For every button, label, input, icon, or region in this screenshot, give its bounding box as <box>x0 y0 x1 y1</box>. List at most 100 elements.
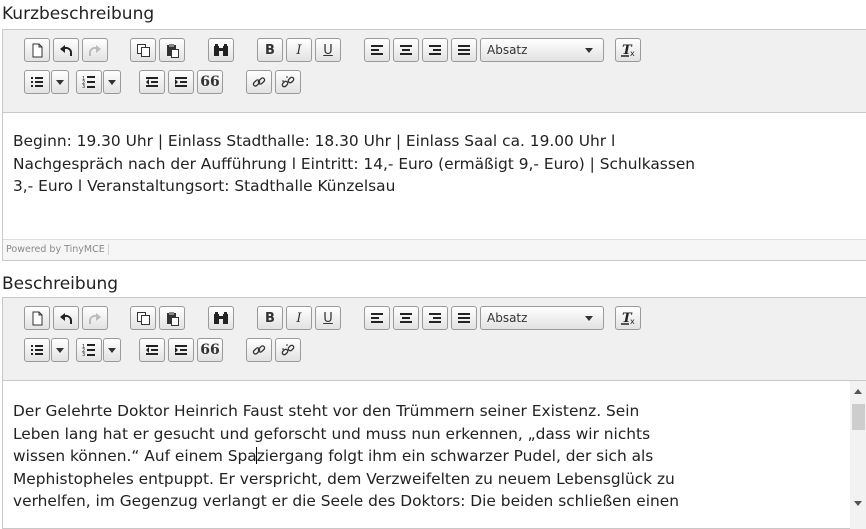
align-center-button[interactable] <box>393 38 419 62</box>
powered-by-tinymce[interactable]: Powered by TinyMCE <box>6 244 109 255</box>
bullet-list-dropdown[interactable] <box>51 338 69 362</box>
numbered-list-icon: 123 <box>82 76 95 89</box>
editor-toolbar: B I U Absatz Tx 1 2 3 66 <box>3 30 866 113</box>
link-button[interactable] <box>246 338 272 362</box>
redo-button[interactable] <box>82 306 108 330</box>
align-right-icon <box>429 45 441 55</box>
remove-format-button[interactable]: Tx <box>615 38 641 62</box>
beschreibung-editor: B I U Absatz Tx 1 2 3 66 Der Gelehrte Do… <box>2 297 866 529</box>
blockquote-icon: 66 <box>200 342 220 358</box>
content-line: wissen können.“ Auf einem Spaziergang fo… <box>13 445 833 468</box>
copy-button[interactable] <box>130 38 156 62</box>
paste-button[interactable] <box>159 38 185 62</box>
content-line: Mephistopheles entpuppt. Er verspricht, … <box>13 469 675 488</box>
paste-icon <box>166 311 179 326</box>
remove-format-button[interactable]: Tx <box>615 306 641 330</box>
align-center-icon <box>400 313 412 323</box>
chevron-down-icon <box>108 79 116 85</box>
bullet-list-button[interactable] <box>24 70 50 94</box>
numbered-list-dropdown[interactable] <box>103 70 121 94</box>
bullet-list-button[interactable] <box>24 338 50 362</box>
link-icon <box>252 345 266 355</box>
scroll-up-icon[interactable] <box>854 389 862 394</box>
chevron-down-icon <box>56 347 64 353</box>
editor-toolbar: B I U Absatz Tx 1 2 3 66 <box>3 298 866 381</box>
redo-icon <box>89 45 101 56</box>
unlink-icon <box>281 76 295 88</box>
numbered-list-button[interactable]: 123 <box>76 70 102 94</box>
scroll-down-icon[interactable] <box>854 501 862 506</box>
format-select[interactable]: Absatz <box>480 38 604 62</box>
justify-button[interactable] <box>451 306 477 330</box>
align-left-icon <box>371 45 383 55</box>
find-button[interactable] <box>208 38 234 62</box>
redo-button[interactable] <box>82 38 108 62</box>
link-icon <box>252 77 266 87</box>
bold-icon: B <box>265 42 275 58</box>
align-right-button[interactable] <box>422 306 448 330</box>
bold-button[interactable]: B <box>257 306 283 330</box>
blockquote-button[interactable]: 66 <box>197 70 223 94</box>
bullet-list-dropdown[interactable] <box>51 70 69 94</box>
content-line: verhelfen, im Gegenzug verlangt er die S… <box>13 492 679 510</box>
align-left-button[interactable] <box>364 38 390 62</box>
align-right-button[interactable] <box>422 38 448 62</box>
italic-button[interactable]: I <box>286 38 312 62</box>
svg-text:x: x <box>630 317 635 325</box>
indent-icon <box>175 345 187 355</box>
outdent-button[interactable] <box>139 338 165 362</box>
format-select[interactable]: Absatz <box>480 306 604 330</box>
numbered-list-icon: 123 <box>82 344 95 357</box>
new-document-icon <box>32 43 43 57</box>
underline-button[interactable]: U <box>315 306 341 330</box>
outdent-icon <box>146 345 158 355</box>
underline-icon: U <box>323 310 333 326</box>
bold-button[interactable]: B <box>257 38 283 62</box>
paste-icon <box>166 43 179 58</box>
kurzbeschreibung-label: Kurzbeschreibung <box>2 4 155 24</box>
undo-button[interactable] <box>53 38 79 62</box>
numbered-list-button[interactable]: 123 <box>76 338 102 362</box>
align-center-icon <box>400 45 412 55</box>
remove-format-icon: Tx <box>621 43 635 57</box>
italic-icon: I <box>296 42 302 58</box>
undo-icon <box>60 313 72 324</box>
link-button[interactable] <box>246 70 272 94</box>
italic-button[interactable]: I <box>286 306 312 330</box>
underline-button[interactable]: U <box>315 38 341 62</box>
redo-icon <box>89 313 101 324</box>
undo-button[interactable] <box>53 306 79 330</box>
chevron-down-icon <box>108 347 116 353</box>
unlink-button[interactable] <box>275 70 301 94</box>
indent-button[interactable] <box>168 338 194 362</box>
indent-button[interactable] <box>168 70 194 94</box>
numbered-list-dropdown[interactable] <box>103 338 121 362</box>
outdent-button[interactable] <box>139 70 165 94</box>
beschreibung-content[interactable]: Der Gelehrte Doktor Heinrich Faust steht… <box>3 381 866 529</box>
copy-icon <box>136 43 150 57</box>
align-right-icon <box>429 313 441 323</box>
align-left-button[interactable] <box>364 306 390 330</box>
content-text-before-cursor: wissen können.“ Auf einem Spa <box>13 447 257 465</box>
justify-icon <box>458 45 470 55</box>
new-document-button[interactable] <box>24 306 50 330</box>
align-center-button[interactable] <box>393 306 419 330</box>
scrollbar[interactable] <box>850 381 866 529</box>
new-document-button[interactable] <box>24 38 50 62</box>
new-document-icon <box>32 311 43 325</box>
content-line: Leben lang hat er gesucht und geforscht … <box>13 424 651 443</box>
blockquote-button[interactable]: 66 <box>197 338 223 362</box>
unlink-button[interactable] <box>275 338 301 362</box>
underline-icon: U <box>323 42 333 58</box>
paste-button[interactable] <box>159 306 185 330</box>
scrollbar-thumb[interactable] <box>852 404 865 430</box>
kurzbeschreibung-editor: B I U Absatz Tx 1 2 3 66 Beginn: 19.30 U… <box>2 29 866 261</box>
kurzbeschreibung-content[interactable]: Beginn: 19.30 Uhr | Einlass Stadthalle: … <box>3 113 866 239</box>
beschreibung-label: Beschreibung <box>2 274 119 294</box>
find-button[interactable] <box>208 306 234 330</box>
copy-button[interactable] <box>130 306 156 330</box>
content-line: Beginn: 19.30 Uhr | Einlass Stadthalle: … <box>13 132 616 150</box>
content-line: Der Gelehrte Doktor Heinrich Faust steht… <box>13 402 640 420</box>
justify-button[interactable] <box>451 38 477 62</box>
find-icon <box>214 312 228 324</box>
